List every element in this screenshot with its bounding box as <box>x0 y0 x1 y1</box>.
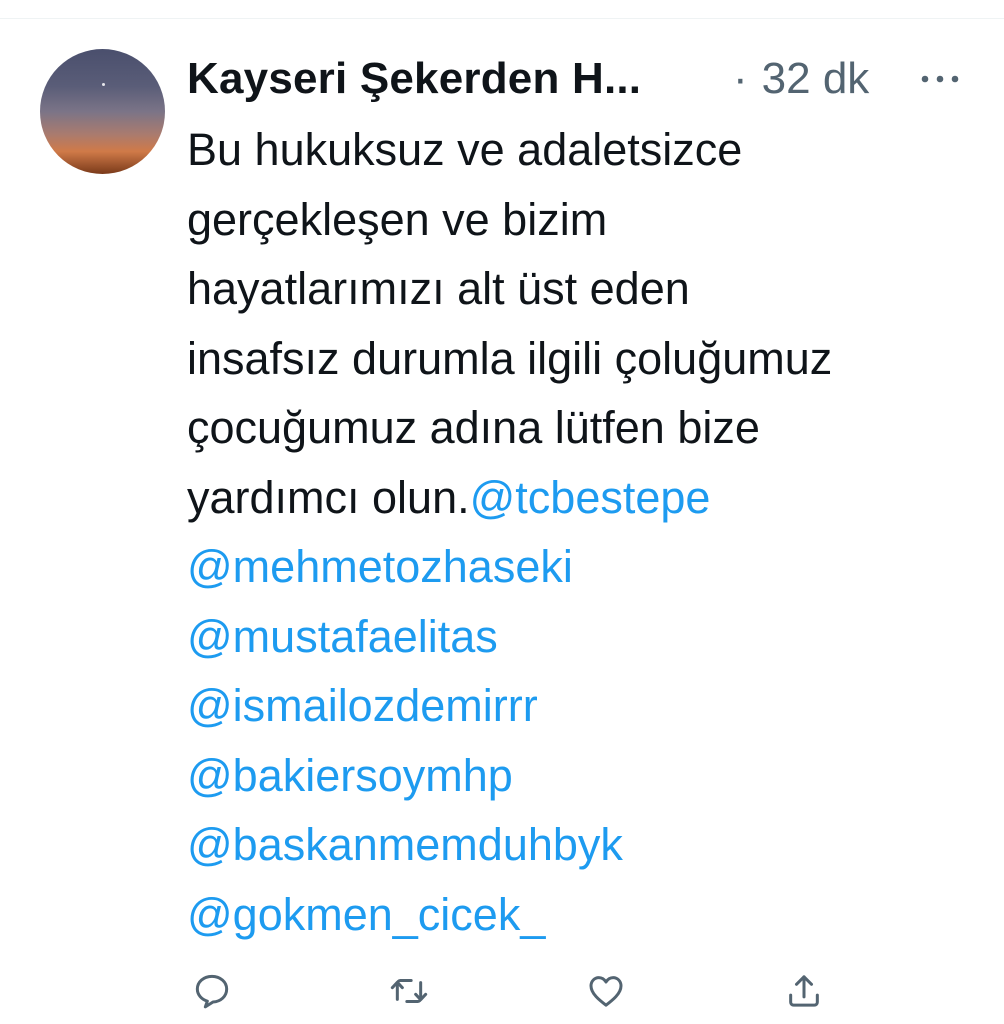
mention-line: @mehmetozhaseki <box>187 532 977 602</box>
avatar-star <box>102 83 105 86</box>
avatar[interactable] <box>40 49 165 174</box>
tweet-text: Bu hukuksuz ve adaletsizce gerçekleşen v… <box>187 115 977 949</box>
tweet[interactable]: Kayseri Şekerden H... · 32 dk Bu hukuksuz… <box>0 19 1004 1024</box>
mention-line: @gokmen_cicek_ <box>187 880 977 950</box>
mention-line: @baskanmemduhbyk <box>187 810 977 880</box>
timestamp[interactable]: 32 dk <box>762 54 870 103</box>
tweet-text-line: çocuğumuz adına lütfen bize <box>187 402 760 453</box>
like-icon <box>589 976 623 1007</box>
mention-link[interactable]: @bakiersoymhp <box>187 750 513 801</box>
mention-link[interactable]: @mustafaelitas <box>187 611 498 662</box>
mention-line: @mustafaelitas <box>187 602 977 672</box>
share-button[interactable] <box>779 963 829 1019</box>
tweet-meta: · 32 dk <box>733 53 869 105</box>
tweet-text-line-last: yardımcı olun.@tcbestepe <box>187 463 977 533</box>
tweet-actions <box>187 963 887 1019</box>
like-button[interactable] <box>581 963 631 1019</box>
mention-link[interactable]: @tcbestepe <box>470 472 711 523</box>
mention-link[interactable]: @baskanmemduhbyk <box>187 819 623 870</box>
more-horizontal-icon[interactable] <box>920 67 960 91</box>
mention-link[interactable]: @mehmetozhaseki <box>187 541 573 592</box>
reply-icon <box>195 974 229 1009</box>
tweet-text-line: hayatlarımızı alt üst eden <box>187 263 690 314</box>
tweet-header: Kayseri Şekerden H... · 32 dk <box>187 53 977 105</box>
reply-button[interactable] <box>187 963 237 1019</box>
mention-link[interactable]: @ismailozdemirrr <box>187 680 538 731</box>
author-display-name[interactable]: Kayseri Şekerden H... <box>187 53 641 105</box>
tweet-text-line: gerçekleşen ve bizim <box>187 193 608 245</box>
mention-link[interactable]: @gokmen_cicek_ <box>187 889 545 940</box>
share-icon <box>789 975 819 1007</box>
tweet-text-line: Bu hukuksuz ve adaletsizce <box>187 124 743 175</box>
retweet-button[interactable] <box>384 963 434 1019</box>
mention-line: @ismailozdemirrr <box>187 671 977 741</box>
retweet-icon <box>390 979 428 1003</box>
tweet-text-tail: yardımcı olun. <box>187 471 470 523</box>
mention-line: @bakiersoymhp <box>187 741 977 811</box>
tweet-text-line: insafsız durumla ilgili çoluğumuz <box>187 332 833 384</box>
separator-dot: · <box>733 54 748 103</box>
